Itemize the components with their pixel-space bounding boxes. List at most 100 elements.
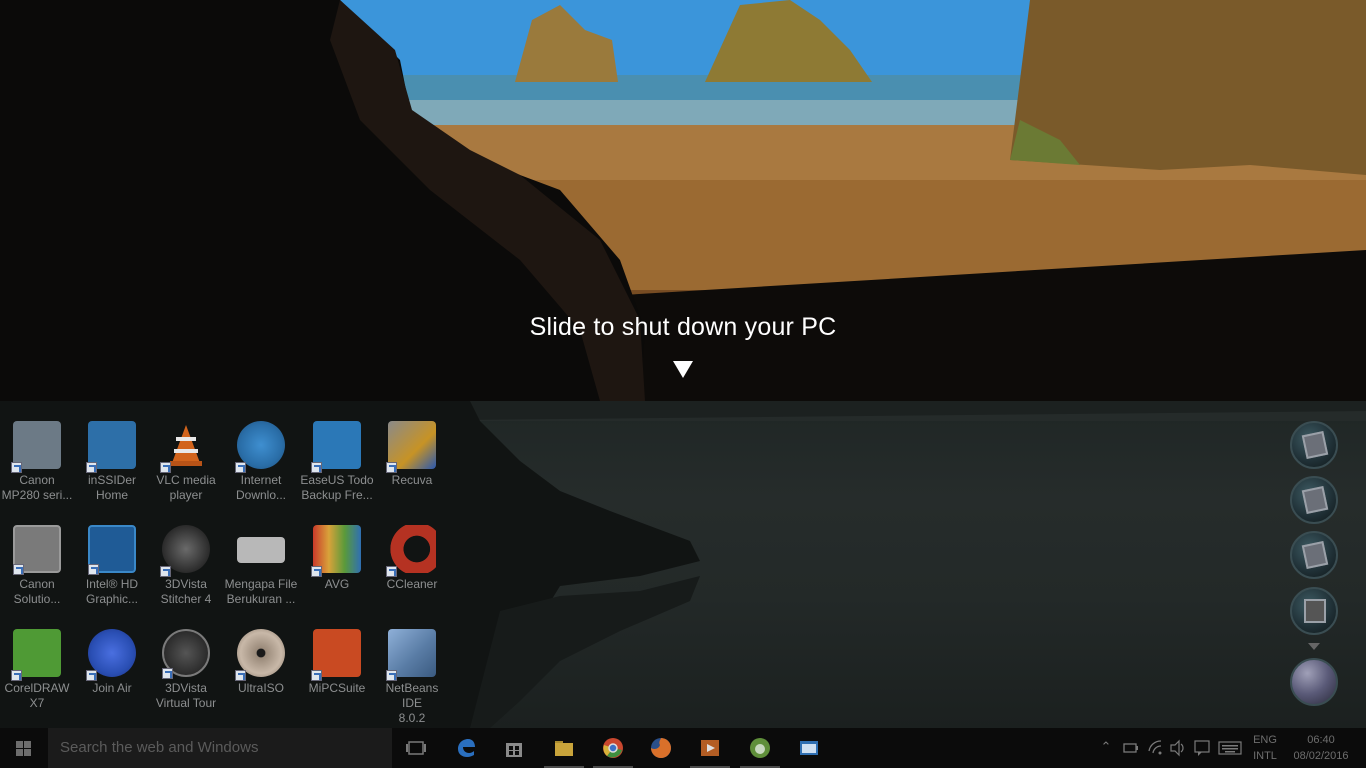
desktop-icon-label: UltraISO	[237, 681, 284, 695]
desktop-icon-mengapa-file[interactable]: Mengapa File Berukuran ...	[224, 525, 298, 625]
folder-icon	[555, 741, 573, 756]
desktop-icon-recuva[interactable]: Recuva	[375, 421, 449, 521]
desktop-icon-label: Canon Solutio...	[13, 577, 61, 606]
shortcut-arrow-icon	[88, 564, 99, 575]
photo-gadget-icon[interactable]	[1290, 421, 1338, 469]
slide-to-shutdown-text: Slide to shut down your PC	[529, 313, 837, 341]
volume-icon[interactable]	[1168, 728, 1188, 768]
desktop-icon-intel-hd-graphics[interactable]: Intel® HD Graphic...	[75, 525, 149, 625]
input-language-indicator[interactable]: ENG INTL	[1248, 732, 1282, 764]
desktop-icon-canon-solution[interactable]: Canon Solutio...	[0, 525, 74, 625]
android-studio-icon	[750, 738, 770, 758]
firefox-button[interactable]	[637, 728, 685, 768]
desktop-icon-ccleaner[interactable]: CCleaner	[375, 525, 449, 625]
photo-gadget-icon[interactable]	[1290, 476, 1338, 524]
orb-gadget-icon[interactable]	[1290, 658, 1338, 706]
task-view-button[interactable]	[392, 728, 440, 768]
app-window-button[interactable]	[785, 728, 833, 768]
shortcut-arrow-icon	[386, 462, 397, 473]
desktop-icon-label: Mengapa File Berukuran ...	[224, 577, 298, 606]
desktop-icon-label: 3DVista Stitcher 4	[160, 577, 212, 606]
gadget-collapse-arrow-icon[interactable]	[1308, 643, 1320, 650]
canon-solution-icon	[13, 525, 61, 575]
start-button[interactable]	[0, 728, 48, 768]
shortcut-arrow-icon	[160, 462, 171, 473]
android-studio-button[interactable]	[736, 728, 784, 768]
edge-icon	[458, 739, 475, 757]
shortcut-arrow-icon	[235, 670, 246, 681]
show-hidden-icons-chevron-icon[interactable]: ⌃	[1096, 728, 1116, 768]
search-input[interactable]: Search the web and Windows	[48, 728, 392, 768]
desktop-icon-avg[interactable]: AVG	[300, 525, 374, 625]
avg-icon	[311, 525, 361, 577]
document-icon	[237, 537, 285, 563]
desktop-icon-easeus[interactable]: EaseUS Todo Backup Fre...	[300, 421, 374, 521]
desktop-icon-label: CorelDRAW X7	[4, 681, 70, 710]
vlc-cone-icon	[160, 421, 210, 473]
desktop-icon-label: inSSIDer Home	[87, 473, 137, 502]
coreldraw-icon	[11, 629, 61, 681]
easeus-icon	[311, 421, 361, 473]
ccleaner-icon	[386, 525, 436, 577]
desktop-icon-label: MiPCSuite	[308, 681, 366, 695]
desktop-icon-internet-download-manager[interactable]: Internet Downlo...	[224, 421, 298, 521]
desktop-icon-join-air[interactable]: Join Air	[75, 629, 149, 728]
shortcut-arrow-icon	[11, 670, 22, 681]
desktop-icon-netbeans[interactable]: NetBeans IDE 8.0.2	[375, 629, 449, 728]
canon-printer-help-icon	[11, 421, 61, 473]
store-bag-icon	[506, 743, 522, 757]
desktop-icon-canon-mp280[interactable]: Canon MP280 seri...	[0, 421, 74, 521]
desktop-icon-coreldraw[interactable]: CorelDRAW X7	[0, 629, 74, 728]
shortcut-arrow-icon	[162, 668, 173, 679]
task-view-icon	[406, 741, 426, 755]
desktop-icon-mipcsuite[interactable]: MiPCSuite	[300, 629, 374, 728]
edge-button[interactable]	[442, 728, 490, 768]
join-air-3g-icon	[86, 629, 136, 681]
virtual-tour-icon	[162, 629, 210, 679]
desktop-icon-label: CCleaner	[386, 577, 438, 591]
shortcut-arrow-icon	[86, 462, 97, 473]
windows-logo-icon	[16, 741, 32, 756]
store-button[interactable]	[490, 728, 538, 768]
wifi-icon[interactable]	[1145, 728, 1167, 768]
action-center-icon[interactable]	[1192, 728, 1212, 768]
photo-gadget-icon[interactable]	[1290, 531, 1338, 579]
desktop-icon-3dvista-stitcher[interactable]: 3DVista Stitcher 4	[149, 525, 223, 625]
shortcut-arrow-icon	[235, 462, 246, 473]
desktop-icon-inssider[interactable]: inSSIDer Home	[75, 421, 149, 521]
chrome-icon	[603, 738, 623, 758]
shortcut-arrow-icon	[11, 462, 22, 473]
disc-icon	[235, 629, 285, 681]
clock-time: 06:40	[1307, 734, 1335, 746]
desktop-icon-label: AVG	[324, 577, 350, 591]
desktop-icon-vlc[interactable]: VLC media player	[149, 421, 223, 521]
media-player-button[interactable]	[686, 728, 734, 768]
slide-to-shutdown-panel[interactable]: Slide to shut down your PC	[0, 0, 1366, 401]
desktop: Canon MP280 seri... inSSIDer Home VLC me…	[0, 401, 1366, 728]
shortcut-arrow-icon	[13, 564, 24, 575]
desktop-icon-label: NetBeans IDE 8.0.2	[385, 681, 439, 725]
media-center-gadget-icon[interactable]	[1290, 587, 1338, 635]
shortcut-arrow-icon	[86, 670, 97, 681]
battery-icon[interactable]	[1120, 728, 1142, 768]
recuva-icon	[386, 421, 436, 473]
app-window-icon	[800, 741, 818, 755]
file-explorer-button[interactable]	[540, 728, 588, 768]
keyboard-icon[interactable]	[1216, 728, 1244, 768]
down-arrow-icon	[673, 361, 693, 378]
system-clock[interactable]: 06:40 08/02/2016	[1288, 732, 1354, 764]
shortcut-arrow-icon	[311, 670, 322, 681]
desktop-icon-label: Recuva	[391, 473, 433, 487]
firefox-icon	[651, 738, 671, 758]
chrome-button[interactable]	[589, 728, 637, 768]
shortcut-arrow-icon	[386, 566, 397, 577]
desktop-icon-label: Canon MP280 seri...	[1, 473, 73, 502]
screen: Slide to shut down your PC Canon MP280 s…	[0, 0, 1366, 768]
shortcut-arrow-icon	[311, 462, 322, 473]
desktop-icon-label: Join Air	[92, 681, 132, 695]
desktop-icon-3dvista-virtual-tour[interactable]: 3DVista Virtual Tour	[149, 629, 223, 728]
shortcut-arrow-icon	[311, 566, 322, 577]
desktop-icon-label: EaseUS Todo Backup Fre...	[300, 473, 374, 502]
desktop-icon-label: Internet Downlo...	[235, 473, 287, 502]
desktop-icon-ultraiso[interactable]: UltraISO	[224, 629, 298, 728]
